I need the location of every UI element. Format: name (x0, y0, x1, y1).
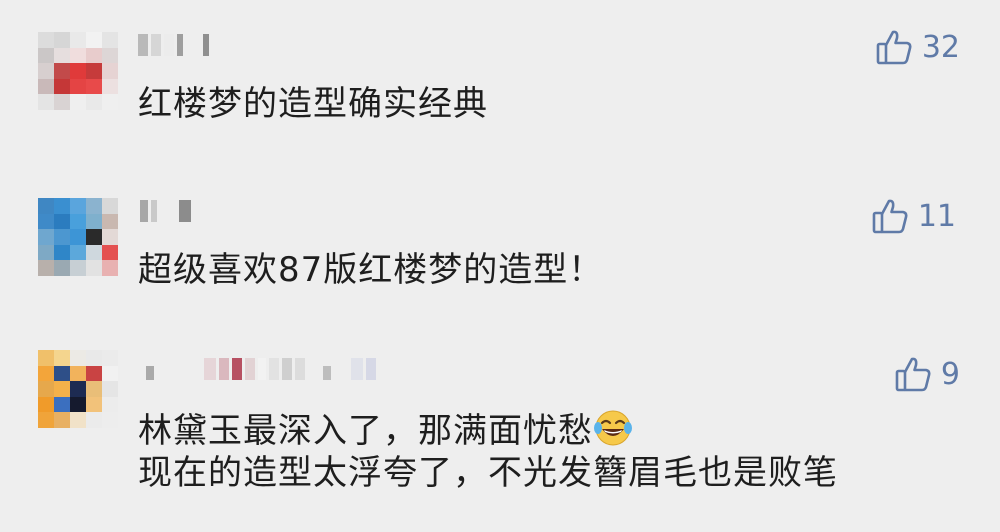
avatar-pixel (38, 396, 54, 413)
avatar-pixel (102, 350, 118, 366)
like-count: 9 (940, 356, 960, 392)
avatar-pixel (70, 350, 86, 366)
avatar-pixel (54, 350, 70, 366)
avatar-pixel (102, 396, 118, 413)
thumbs-up-icon (895, 355, 931, 393)
tears-of-joy-emoji-icon (593, 408, 633, 448)
username-mosaic[interactable] (146, 358, 376, 382)
avatar-pixel (86, 412, 102, 428)
avatar-pixel (38, 350, 54, 366)
like-button[interactable]: 9 (895, 355, 960, 393)
comment-text: 林黛玉最深入了，那满面忧愁 现在的造型太浮夸了，不光发簪眉毛也是败笔 (138, 408, 838, 494)
avatar-pixel (54, 365, 70, 382)
avatar-pixel (38, 412, 54, 428)
avatar-pixel (86, 396, 102, 413)
avatar-pixel (86, 365, 102, 382)
avatar-pixel (86, 350, 102, 366)
avatar-pixel (38, 381, 54, 397)
avatar-pixel (70, 365, 86, 382)
avatar-pixel (70, 396, 86, 413)
avatar-pixel (54, 381, 70, 397)
avatar-pixel (102, 381, 118, 397)
comment-text-line-2: 现在的造型太浮夸了，不光发簪眉毛也是败笔 (138, 453, 838, 493)
avatar-pixel (102, 412, 118, 428)
avatar-pixel (86, 381, 102, 397)
comment-text-line: 林黛玉最深入了，那满面忧愁 (138, 408, 838, 452)
comment-text-line-1: 林黛玉最深入了，那满面忧愁 (138, 411, 593, 451)
avatar[interactable] (38, 350, 118, 428)
avatar-pixel (70, 381, 86, 397)
avatar-pixel (102, 365, 118, 382)
avatar-pixel (38, 365, 54, 382)
comment-item: 9 林黛玉最深入了，那满面忧愁 现在的造型太浮夸了，不光发簪眉毛也是败笔 (0, 0, 1000, 532)
avatar-pixel (54, 396, 70, 413)
avatar-pixel (54, 412, 70, 428)
avatar-pixel (70, 412, 86, 428)
